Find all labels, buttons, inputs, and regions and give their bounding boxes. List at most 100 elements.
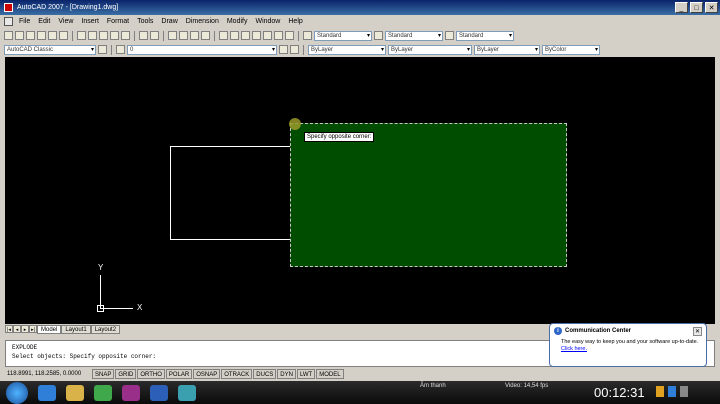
document-icon[interactable] bbox=[4, 17, 13, 26]
selection-window bbox=[290, 123, 567, 267]
undo-icon[interactable] bbox=[139, 31, 148, 40]
properties-icon[interactable] bbox=[219, 31, 228, 40]
next-tab-icon[interactable]: ▸ bbox=[21, 325, 29, 333]
zoom-window-icon[interactable] bbox=[190, 31, 199, 40]
toolbar-separator bbox=[303, 44, 304, 55]
open-file-icon[interactable] bbox=[15, 31, 24, 40]
notification-body: The easy way to keep you and your softwa… bbox=[561, 339, 699, 345]
table-style-select[interactable]: Standard bbox=[456, 30, 514, 41]
windows-taskbar: Âm thanh Video: 14,54 fps 00:12:31 bbox=[0, 381, 720, 404]
first-tab-icon[interactable]: |◂ bbox=[5, 325, 13, 333]
markup-icon[interactable] bbox=[263, 31, 272, 40]
maximize-button[interactable]: □ bbox=[690, 2, 703, 13]
drawing-area[interactable]: Specify opposite corner: Y X bbox=[5, 57, 715, 324]
toolbar-separator bbox=[214, 30, 215, 41]
minimize-button[interactable]: _ bbox=[675, 2, 688, 13]
menu-file[interactable]: File bbox=[15, 18, 34, 25]
copy-icon[interactable] bbox=[88, 31, 97, 40]
coordinate-readout[interactable]: 118.8991, 118.2585, 0.0000 bbox=[5, 371, 91, 377]
tool-palettes-icon[interactable] bbox=[241, 31, 250, 40]
title-bar: AutoCAD 2007 - [Drawing1.dwg] _ □ ✕ bbox=[0, 0, 720, 15]
last-tab-icon[interactable]: ▸| bbox=[29, 325, 37, 333]
plot-preview-icon[interactable] bbox=[48, 31, 57, 40]
print-icon[interactable] bbox=[37, 31, 46, 40]
plotstyle-select[interactable]: ByColor bbox=[542, 44, 600, 55]
dim-style-icon bbox=[374, 31, 383, 40]
polar-toggle[interactable]: POLAR bbox=[165, 369, 193, 379]
prev-tab-icon[interactable]: ◂ bbox=[13, 325, 21, 333]
toolbar-separator bbox=[72, 30, 73, 41]
osnap-toggle[interactable]: OSNAP bbox=[193, 369, 221, 379]
notification-close-button[interactable]: ✕ bbox=[693, 327, 702, 336]
publish-icon[interactable] bbox=[59, 31, 68, 40]
redo-icon[interactable] bbox=[150, 31, 159, 40]
lineweight-select[interactable]: ByLayer bbox=[474, 44, 540, 55]
notification-link[interactable]: Click here. bbox=[561, 346, 702, 352]
model-toggle[interactable]: MODEL bbox=[316, 369, 344, 379]
menu-format[interactable]: Format bbox=[103, 18, 133, 25]
menu-dimension[interactable]: Dimension bbox=[182, 18, 223, 25]
window-title: AutoCAD 2007 - [Drawing1.dwg] bbox=[17, 4, 119, 11]
dim-style-select[interactable]: Standard bbox=[385, 30, 443, 41]
color-select[interactable]: ByLayer bbox=[308, 44, 386, 55]
menu-bar: File Edit View Insert Format Tools Draw … bbox=[0, 15, 720, 28]
tab-layout2[interactable]: Layout2 bbox=[90, 324, 121, 334]
lwt-toggle[interactable]: LWT bbox=[296, 369, 316, 379]
tray-arrow-icon[interactable] bbox=[680, 386, 688, 397]
cut-icon[interactable] bbox=[77, 31, 86, 40]
autocad-taskbar-icon[interactable] bbox=[178, 384, 196, 401]
stop-icon[interactable] bbox=[668, 386, 676, 397]
standard-toolbar: Standard Standard Standard bbox=[0, 28, 720, 43]
workspace-select[interactable]: AutoCAD Classic bbox=[4, 44, 96, 55]
pause-icon[interactable] bbox=[656, 386, 664, 397]
menu-view[interactable]: View bbox=[54, 18, 77, 25]
layer-previous-icon[interactable] bbox=[290, 45, 299, 54]
text-style-select[interactable]: Standard bbox=[314, 30, 372, 41]
match-properties-icon[interactable] bbox=[110, 31, 119, 40]
pan-icon[interactable] bbox=[168, 31, 177, 40]
tab-model[interactable]: Model bbox=[37, 324, 62, 334]
save-icon[interactable] bbox=[26, 31, 35, 40]
ucs-x-axis bbox=[100, 308, 133, 309]
menu-edit[interactable]: Edit bbox=[34, 18, 54, 25]
menu-insert[interactable]: Insert bbox=[77, 18, 103, 25]
communication-center-balloon[interactable]: i Communication Center ✕ The easy way to… bbox=[549, 323, 707, 367]
toolbar-separator bbox=[111, 44, 112, 55]
folder-icon[interactable] bbox=[66, 384, 84, 401]
make-current-layer-icon[interactable] bbox=[279, 45, 288, 54]
close-button[interactable]: ✕ bbox=[705, 2, 718, 13]
new-file-icon[interactable] bbox=[4, 31, 13, 40]
block-editor-icon[interactable] bbox=[121, 31, 130, 40]
menu-modify[interactable]: Modify bbox=[223, 18, 252, 25]
linetype-select[interactable]: ByLayer bbox=[388, 44, 472, 55]
zoom-realtime-icon[interactable] bbox=[179, 31, 188, 40]
video-fps-label: Video: 14,54 fps bbox=[505, 383, 549, 389]
ducs-toggle[interactable]: DUCS bbox=[253, 369, 277, 379]
start-button[interactable] bbox=[6, 381, 28, 404]
dyn-toggle[interactable]: DYN bbox=[277, 369, 296, 379]
media-icon[interactable] bbox=[122, 384, 140, 401]
zoom-previous-icon[interactable] bbox=[201, 31, 210, 40]
word-icon[interactable] bbox=[150, 384, 168, 401]
otrack-toggle[interactable]: OTRACK bbox=[221, 369, 253, 379]
paste-icon[interactable] bbox=[99, 31, 108, 40]
menu-help[interactable]: Help bbox=[284, 18, 306, 25]
menu-window[interactable]: Window bbox=[251, 18, 284, 25]
ortho-toggle[interactable]: ORTHO bbox=[137, 369, 165, 379]
chrome-icon[interactable] bbox=[94, 384, 112, 401]
layer-select[interactable]: 0 bbox=[127, 44, 277, 55]
status-bar: 118.8991, 118.2585, 0.0000 SNAP GRID ORT… bbox=[5, 368, 715, 380]
internet-explorer-icon[interactable] bbox=[38, 384, 56, 401]
quickcalc-icon[interactable] bbox=[274, 31, 283, 40]
workspace-settings-icon[interactable] bbox=[98, 45, 107, 54]
tab-layout1[interactable]: Layout1 bbox=[61, 324, 91, 334]
menu-draw[interactable]: Draw bbox=[157, 18, 181, 25]
menu-tools[interactable]: Tools bbox=[133, 18, 157, 25]
ucs-icon: Y X bbox=[97, 263, 157, 317]
grid-toggle[interactable]: GRID bbox=[115, 369, 137, 379]
design-center-icon[interactable] bbox=[230, 31, 239, 40]
layer-manager-icon[interactable] bbox=[116, 45, 125, 54]
snap-toggle[interactable]: SNAP bbox=[92, 369, 115, 379]
help-icon[interactable] bbox=[285, 31, 294, 40]
sheet-set-icon[interactable] bbox=[252, 31, 261, 40]
